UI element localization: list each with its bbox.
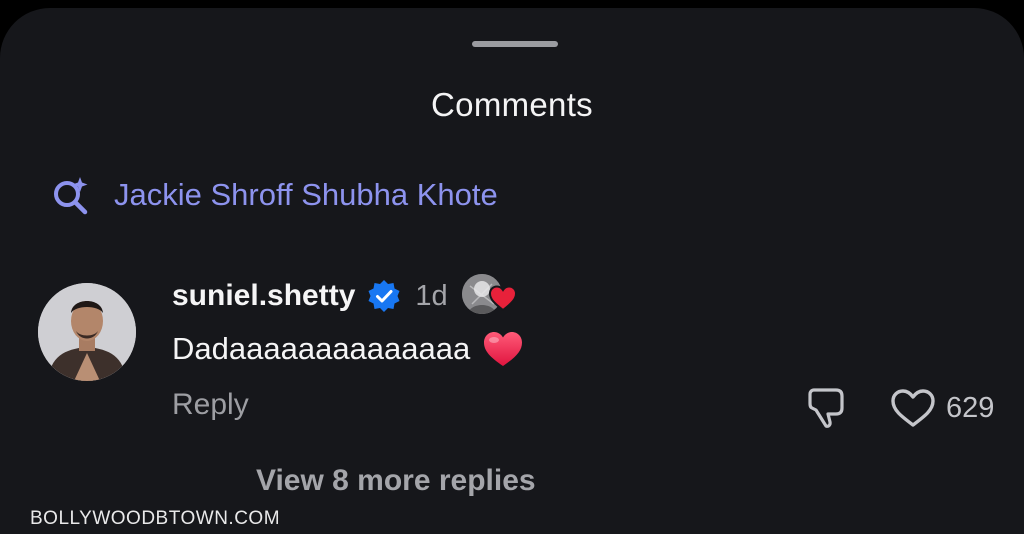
drag-handle[interactable]	[472, 41, 558, 47]
dislike-icon[interactable]	[806, 386, 846, 430]
comment-timestamp: 1d	[415, 279, 448, 312]
comments-bottom-sheet: Comments Jackie Shroff Shubha Khote suni…	[0, 8, 1024, 534]
heart-outline-icon	[891, 389, 935, 427]
verified-badge-icon	[368, 280, 400, 312]
comment-username[interactable]: suniel.shetty	[172, 279, 355, 313]
comment-text: Dadaaaaaaaaaaaaaa	[172, 331, 471, 366]
watermark-text: BOLLYWOODBTOWN.COM	[30, 508, 281, 529]
avatar-photo	[38, 283, 136, 381]
comment-header: suniel.shetty 1d	[172, 274, 520, 318]
screenshot-frame: Comments Jackie Shroff Shubha Khote suni…	[0, 0, 1024, 534]
view-more-replies-button[interactable]: View 8 more replies	[256, 464, 536, 498]
reply-button[interactable]: Reply	[172, 388, 249, 422]
like-button[interactable]: 629	[890, 388, 994, 428]
search-suggestion-text: Jackie Shroff Shubha Khote	[114, 177, 498, 212]
sheet-title: Comments	[431, 86, 593, 123]
ai-search-icon	[54, 177, 88, 215]
avatar[interactable]	[38, 283, 136, 381]
author-liked-heart-icon	[488, 285, 517, 312]
red-heart-emoji-icon	[484, 332, 523, 366]
like-count: 629	[946, 391, 995, 424]
liked-by-author-badge	[461, 274, 520, 318]
comment-body: Dadaaaaaaaaaaaaaa	[172, 330, 524, 368]
search-suggestion[interactable]: Jackie Shroff Shubha Khote	[50, 174, 498, 216]
